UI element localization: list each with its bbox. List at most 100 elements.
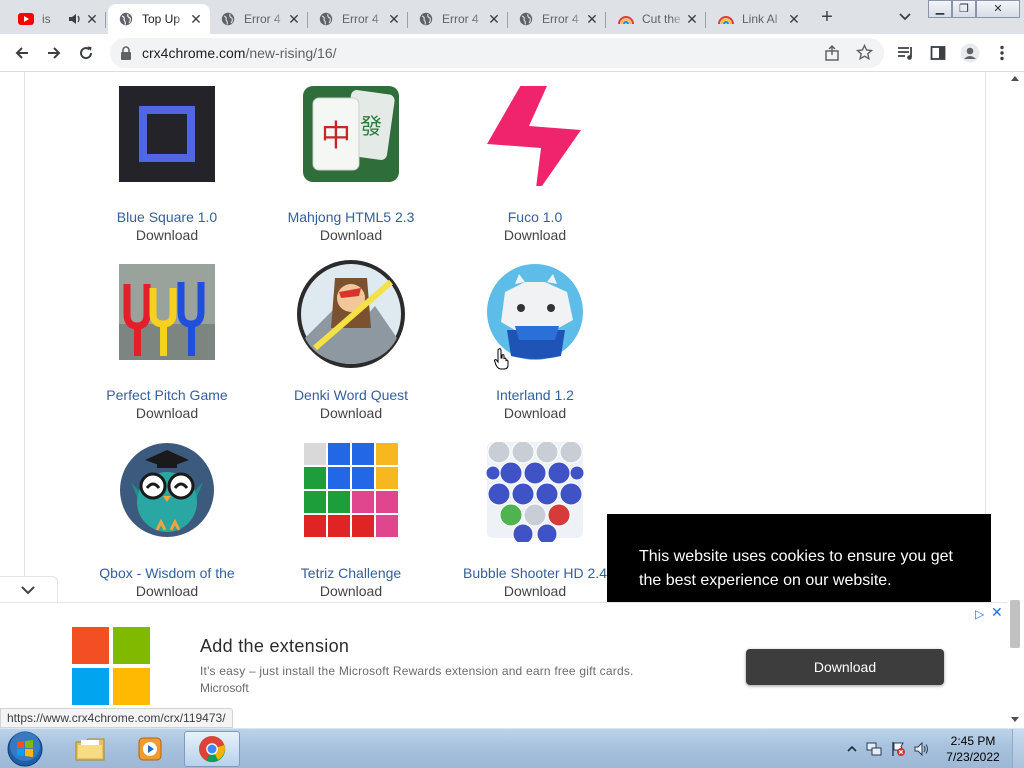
extension-card[interactable]: Perfect Pitch Game Download bbox=[75, 264, 259, 422]
tab-error[interactable]: Error 4 ✕ bbox=[408, 4, 508, 34]
lock-icon[interactable] bbox=[120, 46, 132, 65]
extension-name[interactable]: Mahjong HTML5 2.3 bbox=[259, 208, 443, 226]
extension-card[interactable]: Denki Word Quest Download bbox=[259, 258, 443, 422]
extension-card[interactable]: Qbox - Wisdom of the Download bbox=[75, 442, 259, 600]
tab-top-up[interactable]: Top Up ✕ bbox=[108, 4, 210, 34]
restore-button[interactable]: ❐ bbox=[952, 0, 976, 18]
scrollbar-thumb[interactable] bbox=[1010, 600, 1020, 648]
denki-icon[interactable] bbox=[295, 258, 407, 370]
system-clock[interactable]: 2:45 PM 7/23/2022 bbox=[940, 733, 1006, 765]
window-close-button[interactable]: ✕ bbox=[976, 0, 1020, 18]
network-icon[interactable] bbox=[866, 741, 882, 757]
menu-kebab-icon[interactable] bbox=[992, 43, 1012, 63]
globe-icon bbox=[418, 11, 434, 27]
extension-card[interactable]: Tetriz Challenge Download bbox=[259, 441, 443, 600]
share-icon[interactable] bbox=[824, 44, 840, 66]
close-icon[interactable]: ✕ bbox=[188, 11, 204, 27]
download-link[interactable]: Download bbox=[75, 582, 259, 600]
close-icon[interactable]: ✕ bbox=[684, 11, 700, 27]
tab-title: Error 4 bbox=[542, 12, 579, 26]
download-link[interactable]: Download bbox=[259, 404, 443, 422]
ad-collapse-button[interactable] bbox=[0, 576, 58, 602]
start-button[interactable] bbox=[4, 729, 46, 768]
close-icon[interactable]: ✕ bbox=[386, 11, 402, 27]
show-hidden-icons-icon[interactable] bbox=[844, 741, 860, 757]
extension-card[interactable]: 發 中 Mahjong HTML5 2.3 Download bbox=[259, 86, 443, 244]
download-link[interactable]: Download bbox=[75, 226, 259, 244]
new-tab-button[interactable]: + bbox=[816, 7, 838, 29]
tuning-fork-icon[interactable] bbox=[117, 264, 217, 364]
extension-card[interactable]: Interland 1.2 Download bbox=[443, 264, 627, 422]
forward-button[interactable] bbox=[44, 43, 64, 63]
download-link[interactable]: Download bbox=[443, 582, 627, 600]
bookmark-star-icon[interactable] bbox=[855, 43, 874, 66]
tab-search-chevron-icon[interactable] bbox=[896, 9, 914, 25]
tab-error[interactable]: Error 4 ✕ bbox=[210, 4, 308, 34]
download-link[interactable]: Download bbox=[443, 226, 627, 244]
download-link[interactable]: Download bbox=[443, 404, 627, 422]
volume-icon[interactable] bbox=[914, 741, 930, 757]
extension-name[interactable]: Blue Square 1.0 bbox=[75, 208, 259, 226]
address-bar[interactable]: crx4chrome.com/new-rising/16/ bbox=[110, 38, 884, 68]
close-icon[interactable]: ✕ bbox=[786, 11, 802, 27]
tab-title: Top Up bbox=[142, 12, 181, 26]
tab-link-all[interactable]: Link Al ✕ bbox=[708, 4, 808, 34]
extension-name[interactable]: Fuco 1.0 bbox=[443, 208, 627, 226]
owl-icon[interactable] bbox=[117, 442, 217, 542]
url-text: crx4chrome.com/new-rising/16/ bbox=[142, 45, 337, 61]
extension-card[interactable]: Blue Square 1.0 Download bbox=[75, 86, 259, 244]
close-icon[interactable]: ✕ bbox=[486, 11, 502, 27]
extension-name[interactable]: Denki Word Quest bbox=[259, 386, 443, 404]
tetris-icon[interactable] bbox=[301, 441, 401, 542]
ad-title[interactable]: Add the extension bbox=[200, 636, 349, 657]
rainbow-icon bbox=[618, 11, 634, 27]
action-center-flag-icon[interactable] bbox=[890, 741, 906, 757]
media-player-taskbar-icon[interactable] bbox=[122, 731, 178, 767]
extension-card[interactable]: Fuco 1.0 Download bbox=[443, 78, 627, 244]
tab-youtube[interactable]: is ✕ bbox=[8, 4, 106, 34]
close-ad-icon[interactable]: ✕ bbox=[991, 604, 1003, 621]
profile-avatar-icon[interactable] bbox=[960, 43, 980, 63]
adchoices-icon[interactable]: ▷ bbox=[975, 607, 984, 621]
ad-download-button[interactable]: Download bbox=[746, 649, 944, 685]
close-icon[interactable]: ✕ bbox=[584, 11, 600, 27]
explorer-taskbar-icon[interactable] bbox=[62, 731, 118, 767]
show-desktop-button[interactable] bbox=[1012, 729, 1024, 768]
download-link[interactable]: Download bbox=[259, 582, 443, 600]
lightning-icon[interactable] bbox=[485, 78, 585, 196]
extension-name[interactable]: Interland 1.2 bbox=[443, 386, 627, 404]
ad-description: It's easy – just install the Microsoft R… bbox=[200, 664, 634, 678]
extension-name[interactable]: Tetriz Challenge bbox=[259, 564, 443, 582]
youtube-icon bbox=[18, 11, 34, 27]
close-icon[interactable]: ✕ bbox=[286, 11, 302, 27]
chrome-taskbar-icon[interactable] bbox=[184, 731, 240, 767]
page-viewport: Blue Square 1.0 Download 發 中 Mahjong HTM… bbox=[0, 72, 1024, 728]
audio-icon[interactable] bbox=[68, 13, 84, 25]
page-scrollbar[interactable] bbox=[1007, 72, 1024, 728]
minimize-button[interactable]: ▁ bbox=[928, 0, 952, 18]
download-link[interactable]: Download bbox=[75, 404, 259, 422]
blue-square-icon[interactable] bbox=[117, 86, 217, 186]
extension-name[interactable]: Perfect Pitch Game bbox=[75, 386, 259, 404]
tab-title: is bbox=[42, 12, 51, 26]
mahjong-icon[interactable]: 發 中 bbox=[301, 86, 401, 186]
tab-cut-the[interactable]: Cut the ✕ bbox=[608, 4, 706, 34]
extension-card[interactable]: Bubble Shooter HD 2.4 Download bbox=[443, 440, 627, 600]
extension-name[interactable]: Bubble Shooter HD 2.4 bbox=[443, 564, 627, 582]
extension-name[interactable]: Qbox - Wisdom of the bbox=[75, 564, 259, 582]
cookie-text: This website uses cookies to ensure you … bbox=[639, 548, 953, 589]
tab-title: Cut the bbox=[642, 12, 681, 26]
scroll-up-arrow[interactable] bbox=[1011, 76, 1019, 81]
download-link[interactable]: Download bbox=[259, 226, 443, 244]
tab-title: Error 4 bbox=[442, 12, 479, 26]
close-icon[interactable]: ✕ bbox=[84, 11, 100, 27]
side-panel-icon[interactable] bbox=[928, 43, 948, 63]
tab-error[interactable]: Error 4 ✕ bbox=[308, 4, 408, 34]
back-button[interactable] bbox=[12, 43, 32, 63]
tab-error[interactable]: Error 4 ✕ bbox=[508, 4, 606, 34]
media-control-icon[interactable] bbox=[896, 43, 916, 63]
bubbles-icon[interactable] bbox=[485, 440, 585, 545]
scroll-down-arrow[interactable] bbox=[1011, 717, 1019, 722]
reload-button[interactable] bbox=[76, 43, 96, 63]
tab-title: Error 4 bbox=[342, 12, 379, 26]
